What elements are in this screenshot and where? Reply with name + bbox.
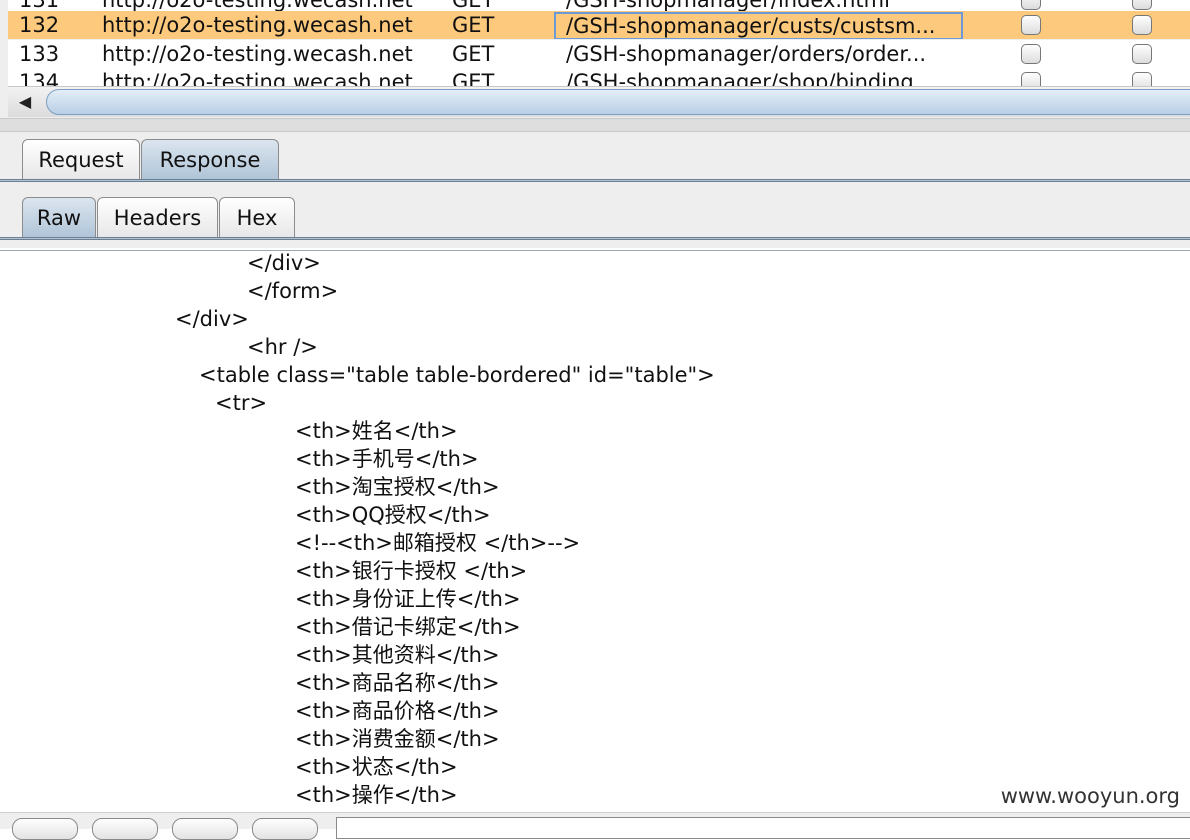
message-tab-bar: Request Response xyxy=(0,132,1190,190)
row-checkbox[interactable] xyxy=(1132,15,1152,35)
search-bar xyxy=(0,812,1190,840)
row-checkbox[interactable] xyxy=(1132,44,1152,64)
tab-underline xyxy=(0,237,1190,240)
row-method: GET xyxy=(452,42,495,66)
code-line: <tr> xyxy=(215,391,268,415)
split-pane-divider[interactable] xyxy=(0,118,1190,132)
row-host: http://o2o-testing.wecash.net xyxy=(102,13,413,37)
row-url: /GSH-shopmanager/orders/order... xyxy=(566,42,927,66)
code-line: <th>QQ授权</th> xyxy=(295,503,491,527)
code-line: <th>商品名称</th> xyxy=(295,671,500,695)
code-line: </div> xyxy=(175,307,249,331)
code-line: <th>商品价格</th> xyxy=(295,699,500,723)
row-checkbox[interactable] xyxy=(1021,0,1041,10)
scroll-left-arrow-icon[interactable]: ◀ xyxy=(8,87,42,117)
tab-raw[interactable]: Raw xyxy=(22,197,96,239)
code-line: <th>银行卡授权 </th> xyxy=(295,559,528,583)
add-button[interactable] xyxy=(172,818,238,840)
row-url: /GSH-shopmanager/shop/binding... xyxy=(566,70,934,86)
row-number: 133 xyxy=(19,42,60,66)
code-line: <th>消费金额</th> xyxy=(295,727,500,751)
code-line: </form> xyxy=(247,279,339,303)
row-number: 134 xyxy=(19,70,60,86)
row-method: GET xyxy=(452,70,495,86)
scroll-thumb[interactable] xyxy=(46,89,1190,115)
history-table: 131 http://o2o-testing.wecash.net GET /G… xyxy=(0,0,1190,120)
view-tab-bar: Raw Headers Hex xyxy=(0,190,1190,248)
tab-response[interactable]: Response xyxy=(141,139,279,181)
code-line: <th>身份证上传</th> xyxy=(295,587,521,611)
table-row-selected[interactable]: 132 http://o2o-testing.wecash.net GET /G… xyxy=(8,11,1190,39)
code-line: <th>操作</th> xyxy=(295,783,458,807)
code-line: <th>手机号</th> xyxy=(295,447,479,471)
code-line: <table class="table table-bordered" id="… xyxy=(199,363,715,387)
search-input[interactable] xyxy=(336,817,1190,839)
row-checkbox[interactable] xyxy=(1021,44,1041,64)
row-checkbox[interactable] xyxy=(1132,0,1152,10)
tab-hex[interactable]: Hex xyxy=(219,197,295,239)
row-host: http://o2o-testing.wecash.net xyxy=(102,42,413,66)
code-line: <th>借记卡绑定</th> xyxy=(295,615,521,639)
horizontal-scrollbar[interactable]: ◀ xyxy=(8,86,1190,117)
row-method: GET xyxy=(452,13,495,37)
code-line: <th>其他资料</th> xyxy=(295,643,500,667)
help-button[interactable] xyxy=(12,818,78,840)
table-row[interactable]: 134 http://o2o-testing.wecash.net GET /G… xyxy=(8,68,1190,86)
code-line: <th>淘宝授权</th> xyxy=(295,475,500,499)
code-line: </div> xyxy=(247,251,321,275)
row-checkbox[interactable] xyxy=(1021,72,1041,86)
previous-button[interactable] xyxy=(92,818,158,840)
table-row[interactable]: 133 http://o2o-testing.wecash.net GET /G… xyxy=(8,40,1190,68)
watermark: www.wooyun.org xyxy=(1000,784,1180,808)
code-line: <th>状态</th> xyxy=(295,755,458,779)
code-line: <th>姓名</th> xyxy=(295,419,458,443)
code-line: <!--<th>邮箱授权 </th>--> xyxy=(295,531,581,555)
tab-underline xyxy=(0,179,1190,182)
next-button[interactable] xyxy=(252,818,318,840)
row-url[interactable]: /GSH-shopmanager/custs/custsm... xyxy=(554,12,963,39)
code-line: <hr /> xyxy=(247,335,318,359)
row-number: 132 xyxy=(19,13,60,37)
row-checkbox[interactable] xyxy=(1021,15,1041,35)
tab-headers[interactable]: Headers xyxy=(97,197,218,239)
row-checkbox[interactable] xyxy=(1132,72,1152,86)
tab-request[interactable]: Request xyxy=(22,139,140,181)
response-raw-text[interactable]: </div> </form> </div> <hr /> <table clas… xyxy=(0,250,1190,813)
row-host: http://o2o-testing.wecash.net xyxy=(102,70,413,86)
